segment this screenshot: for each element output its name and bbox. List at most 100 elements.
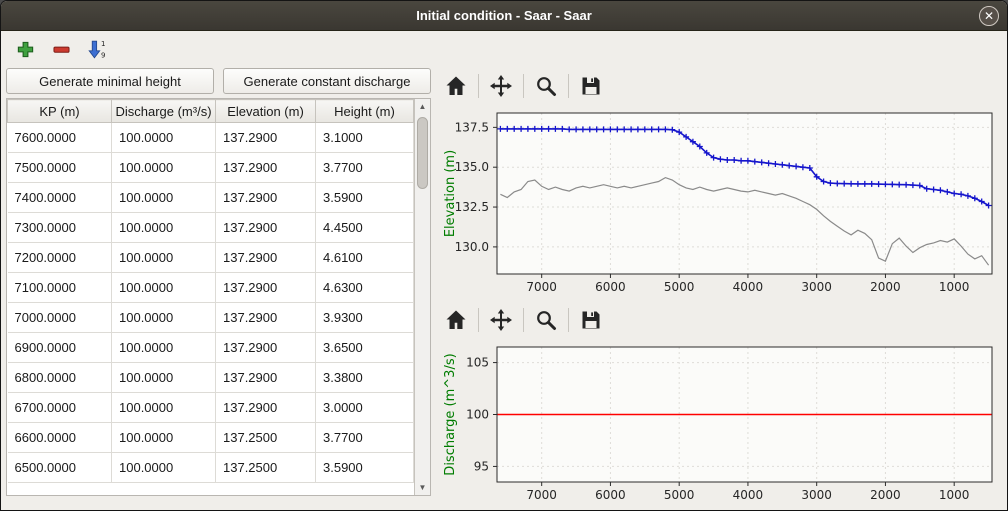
svg-text:7000: 7000 <box>526 488 557 502</box>
table-cell[interactable]: 7100.0000 <box>8 273 112 303</box>
table-cell[interactable]: 137.2900 <box>216 123 316 153</box>
table-cell[interactable]: 7200.0000 <box>8 243 112 273</box>
svg-text:137.5: 137.5 <box>455 120 489 134</box>
table-cell[interactable]: 6700.0000 <box>8 393 112 423</box>
elevation-pan-button[interactable] <box>484 71 518 101</box>
table-cell[interactable]: 6800.0000 <box>8 363 112 393</box>
svg-text:9: 9 <box>101 51 105 59</box>
table-row: 7000.0000100.0000137.29003.9300 <box>8 303 414 333</box>
table-row: 7100.0000100.0000137.29004.6300 <box>8 273 414 303</box>
table-cell[interactable]: 4.6100 <box>316 243 414 273</box>
table-cell[interactable]: 100.0000 <box>112 153 216 183</box>
discharge-zoom-button[interactable] <box>529 305 563 335</box>
discharge-home-button[interactable] <box>439 305 473 335</box>
svg-text:5000: 5000 <box>664 488 695 502</box>
table-cell[interactable]: 137.2500 <box>216 453 316 483</box>
toolbar-separator <box>568 308 569 332</box>
table-cell[interactable]: 100.0000 <box>112 183 216 213</box>
vertical-scrollbar[interactable]: ▲ ▼ <box>414 99 430 495</box>
elevation-home-button[interactable] <box>439 71 473 101</box>
table-cell[interactable]: 100.0000 <box>112 273 216 303</box>
table-cell[interactable]: 3.3800 <box>316 363 414 393</box>
close-button[interactable]: ✕ <box>979 6 999 26</box>
table-cell[interactable]: 137.2900 <box>216 153 316 183</box>
table-cell[interactable]: 3.7700 <box>316 423 414 453</box>
table-cell[interactable]: 100.0000 <box>112 243 216 273</box>
table-row: 6700.0000100.0000137.29003.0000 <box>8 393 414 423</box>
table-cell[interactable]: 7000.0000 <box>8 303 112 333</box>
elevation-zoom-button[interactable] <box>529 71 563 101</box>
table-cell[interactable]: 3.6500 <box>316 333 414 363</box>
table-row: 7200.0000100.0000137.29004.6100 <box>8 243 414 273</box>
table-cell[interactable]: 100.0000 <box>112 363 216 393</box>
discharge-nav-toolbar <box>439 301 1001 339</box>
table-cell[interactable]: 137.2900 <box>216 333 316 363</box>
zoom-icon <box>534 74 558 98</box>
toolbar-separator <box>523 74 524 98</box>
table-cell[interactable]: 137.2900 <box>216 183 316 213</box>
table-row: 7500.0000100.0000137.29003.7700 <box>8 153 414 183</box>
sort-button[interactable]: 1 9 <box>83 35 111 63</box>
table-cell[interactable]: 7500.0000 <box>8 153 112 183</box>
table-cell[interactable]: 7400.0000 <box>8 183 112 213</box>
table-cell[interactable]: 3.5900 <box>316 453 414 483</box>
table-cell[interactable]: 7600.0000 <box>8 123 112 153</box>
table-cell[interactable]: 100.0000 <box>112 303 216 333</box>
table-header-cell[interactable]: KP (m) <box>8 100 112 123</box>
table-row: 7600.0000100.0000137.29003.1000 <box>8 123 414 153</box>
table-cell[interactable]: 6500.0000 <box>8 453 112 483</box>
table-cell[interactable]: 137.2900 <box>216 273 316 303</box>
toolbar-separator <box>568 74 569 98</box>
svg-text:4000: 4000 <box>733 280 764 294</box>
table-body: 7600.0000100.0000137.29003.10007500.0000… <box>8 123 414 483</box>
table-header-cell[interactable]: Discharge (m³/s) <box>112 100 216 123</box>
table-cell[interactable]: 6600.0000 <box>8 423 112 453</box>
table-cell[interactable]: 100.0000 <box>112 333 216 363</box>
svg-text:1: 1 <box>101 40 105 48</box>
titlebar[interactable]: Initial condition - Saar - Saar ✕ <box>1 1 1007 31</box>
svg-text:95: 95 <box>474 459 489 473</box>
table-cell[interactable]: 3.0000 <box>316 393 414 423</box>
svg-text:100: 100 <box>466 408 489 422</box>
table-row: 6800.0000100.0000137.29003.3800 <box>8 363 414 393</box>
charts-panel: 7000600050004000300020001000130.0132.513… <box>431 67 1007 510</box>
generate-constant-discharge-button[interactable]: Generate constant discharge <box>223 68 431 94</box>
scroll-down-button[interactable]: ▼ <box>415 480 430 495</box>
discharge-save-button[interactable] <box>574 305 608 335</box>
scrollbar-thumb[interactable] <box>417 117 428 189</box>
table-header-cell[interactable]: Height (m) <box>316 100 414 123</box>
table-cell[interactable]: 3.5900 <box>316 183 414 213</box>
discharge-pan-button[interactable] <box>484 305 518 335</box>
table-cell[interactable]: 100.0000 <box>112 393 216 423</box>
table-cell[interactable]: 137.2900 <box>216 363 316 393</box>
svg-text:1000: 1000 <box>939 488 970 502</box>
generate-minimal-height-button[interactable]: Generate minimal height <box>6 68 214 94</box>
table-cell[interactable]: 6900.0000 <box>8 333 112 363</box>
table-cell[interactable]: 137.2900 <box>216 243 316 273</box>
table-cell[interactable]: 7300.0000 <box>8 213 112 243</box>
table-cell[interactable]: 3.1000 <box>316 123 414 153</box>
table-cell[interactable]: 137.2500 <box>216 423 316 453</box>
table-cell[interactable]: 3.7700 <box>316 153 414 183</box>
table-cell[interactable]: 4.4500 <box>316 213 414 243</box>
table-cell[interactable]: 100.0000 <box>112 123 216 153</box>
svg-text:1000: 1000 <box>939 280 970 294</box>
table-cell[interactable]: 4.6300 <box>316 273 414 303</box>
add-row-button[interactable] <box>11 35 39 63</box>
table-cell[interactable]: 100.0000 <box>112 453 216 483</box>
table-cell[interactable]: 137.2900 <box>216 393 316 423</box>
table-cell[interactable]: 3.9300 <box>316 303 414 333</box>
elevation-save-button[interactable] <box>574 71 608 101</box>
svg-text:5000: 5000 <box>664 280 695 294</box>
table-cell[interactable]: 100.0000 <box>112 213 216 243</box>
remove-row-button[interactable] <box>47 35 75 63</box>
save-icon <box>579 308 603 332</box>
table-cell[interactable]: 137.2900 <box>216 303 316 333</box>
scroll-up-button[interactable]: ▲ <box>415 99 430 114</box>
scrollbar-track[interactable] <box>415 114 430 480</box>
initial-condition-table: KP (m)Discharge (m³/s)Elevation (m)Heigh… <box>7 99 414 483</box>
table-cell[interactable]: 137.2900 <box>216 213 316 243</box>
table-cell[interactable]: 100.0000 <box>112 423 216 453</box>
table-row: 7400.0000100.0000137.29003.5900 <box>8 183 414 213</box>
table-header-cell[interactable]: Elevation (m) <box>216 100 316 123</box>
